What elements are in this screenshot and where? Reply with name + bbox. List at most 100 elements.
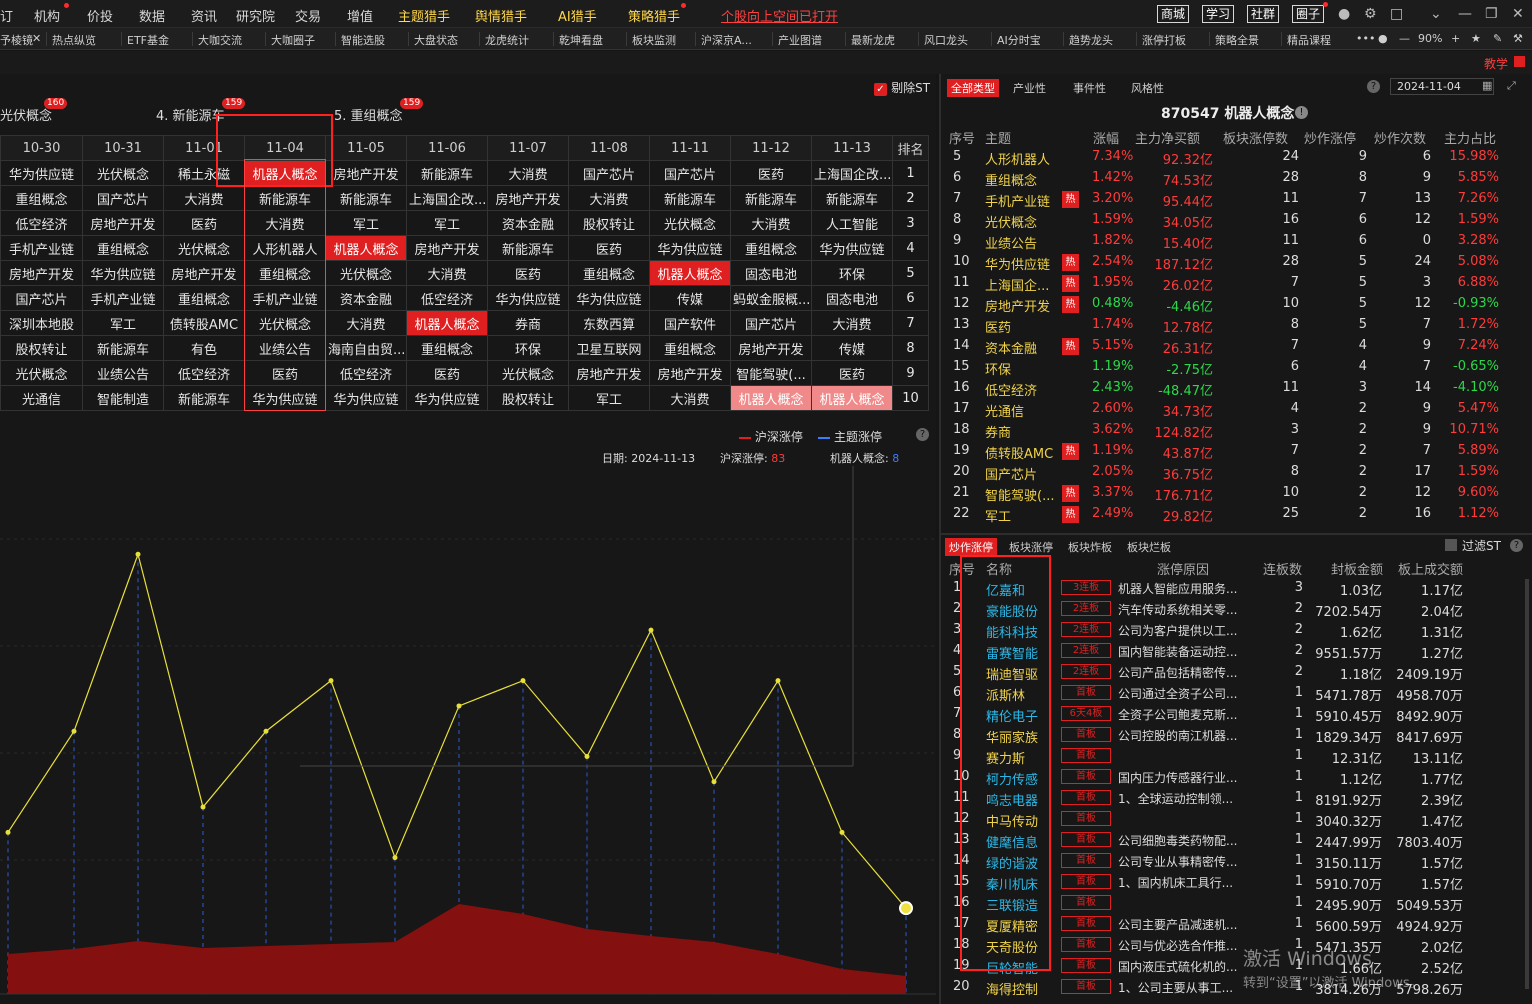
concept-cell[interactable]: 房地产开发 bbox=[0, 260, 83, 286]
info-icon[interactable]: ● bbox=[1378, 32, 1388, 45]
tab-event[interactable]: 事件性 bbox=[1069, 79, 1110, 97]
tab-8[interactable]: 乾坤看盘 bbox=[559, 32, 603, 48]
menu-item-sentiment-hunter[interactable]: 舆情猎手 bbox=[475, 6, 527, 25]
menu-item[interactable]: 增值 bbox=[347, 6, 373, 25]
concept-cell[interactable]: 军工 bbox=[568, 385, 650, 411]
more-icon[interactable]: ••• bbox=[1356, 32, 1375, 45]
concept-cell[interactable]: 房地产开发 bbox=[487, 185, 569, 211]
concept-cell[interactable]: 房地产开发 bbox=[82, 210, 164, 236]
table-row[interactable]: 12 房地产开发 0.48% -4.46亿 10 5 12 -0.93% 热 bbox=[941, 294, 1532, 315]
concept-cell[interactable]: 大消费 bbox=[487, 160, 569, 186]
concept-cell[interactable]: 医药 bbox=[163, 210, 245, 236]
concept-cell[interactable]: 大消费 bbox=[649, 385, 731, 411]
alert-link[interactable]: 个股向上空间已打开 bbox=[721, 6, 838, 25]
concept-cell[interactable]: 军工 bbox=[406, 210, 488, 236]
table-row[interactable]: 11 上海国企... 1.95% 26.02亿 7 5 3 6.88% 热 bbox=[941, 273, 1532, 294]
concept-cell[interactable]: 智能制造 bbox=[82, 385, 164, 411]
tab-18[interactable]: 精品课程 bbox=[1287, 32, 1331, 48]
date-header[interactable]: 10-31 bbox=[82, 135, 164, 161]
concept-cell[interactable]: 国产芯片 bbox=[730, 310, 812, 336]
concept-cell[interactable]: 固态电池 bbox=[730, 260, 812, 286]
concept-cell[interactable]: 光伏概念 bbox=[649, 210, 731, 236]
concept-cell[interactable]: 房地产开发 bbox=[568, 360, 650, 386]
tab-10[interactable]: 沪深京A... bbox=[701, 32, 752, 48]
concept-cell[interactable]: 新能源车 bbox=[730, 185, 812, 211]
checkbox-icon[interactable]: ✓ bbox=[874, 83, 887, 96]
concept-cell[interactable]: 资本金融 bbox=[325, 285, 407, 311]
tab-hype-limitup[interactable]: 炒作涨停 bbox=[945, 538, 997, 556]
tab-7[interactable]: 龙虎统计 bbox=[485, 32, 529, 48]
tab-14[interactable]: AI分时宝 bbox=[997, 32, 1041, 48]
concept-cell[interactable]: 华为供应链 bbox=[568, 285, 650, 311]
tab-5[interactable]: 智能选股 bbox=[341, 32, 385, 48]
concept-cell[interactable]: 重组概念 bbox=[730, 235, 812, 261]
concept-cell[interactable]: 新能源车 bbox=[487, 235, 569, 261]
window-icon[interactable]: □ bbox=[1390, 6, 1403, 22]
concept-cell[interactable]: 卫星互联网 bbox=[568, 335, 650, 361]
menu-item[interactable]: 研究院 bbox=[236, 6, 275, 25]
tab-all-types[interactable]: 全部类型 bbox=[947, 79, 999, 97]
tab-13[interactable]: 风口龙头 bbox=[924, 32, 968, 48]
list-item[interactable]: 20 海得控制 首板 1、公司主要从事工... 1 3814.26万 5798.26万 bbox=[941, 977, 1532, 998]
concept-cell[interactable]: 华为供应链 bbox=[487, 285, 569, 311]
concept-cell[interactable]: 股权转让 bbox=[568, 210, 650, 236]
concept-label[interactable]: 5. 重组概念 bbox=[334, 105, 403, 124]
concept-cell[interactable]: 新能源车 bbox=[649, 185, 731, 211]
learn-button[interactable]: 学习 bbox=[1202, 5, 1235, 23]
scrollbar[interactable] bbox=[1525, 579, 1529, 989]
menu-item[interactable]: 交易 bbox=[295, 6, 321, 25]
date-header[interactable]: 11-12 bbox=[730, 135, 812, 161]
concept-cell[interactable]: 固态电池 bbox=[811, 285, 893, 311]
concept-cell[interactable]: 低空经济 bbox=[0, 210, 83, 236]
concept-cell[interactable]: 业绩公告 bbox=[82, 360, 164, 386]
concept-cell[interactable]: 环保 bbox=[487, 335, 569, 361]
concept-cell[interactable]: 大消费 bbox=[163, 185, 245, 211]
tab-15[interactable]: 趋势龙头 bbox=[1069, 32, 1113, 48]
mall-button[interactable]: 商城 bbox=[1157, 5, 1190, 23]
concept-cell[interactable]: 房地产开发 bbox=[325, 160, 407, 186]
concept-cell[interactable]: 人工智能 bbox=[811, 210, 893, 236]
pen-icon[interactable]: ✎ bbox=[1493, 32, 1502, 45]
tab-sector-bad[interactable]: 板块烂板 bbox=[1123, 538, 1175, 556]
tab-4[interactable]: 大咖圈子 bbox=[271, 32, 315, 48]
tab-9[interactable]: 板块监测 bbox=[632, 32, 676, 48]
concept-cell[interactable]: 手机产业链 bbox=[82, 285, 164, 311]
concept-cell[interactable]: 上海国企改... bbox=[406, 185, 488, 211]
close-icon[interactable]: ✕ bbox=[32, 32, 41, 45]
concept-cell[interactable]: 重组概念 bbox=[0, 185, 83, 211]
concept-cell[interactable]: 华为供应链 bbox=[82, 260, 164, 286]
concept-cell[interactable]: 深圳本地股 bbox=[0, 310, 83, 336]
user-icon[interactable]: ● bbox=[1338, 6, 1350, 22]
tab-sector-limitup[interactable]: 板块涨停 bbox=[1005, 538, 1057, 556]
concept-cell[interactable]: 重组概念 bbox=[406, 335, 488, 361]
table-row[interactable]: 20 国产芯片 2.05% 36.75亿 8 2 17 1.59% bbox=[941, 462, 1532, 483]
tab-16[interactable]: 涨停打板 bbox=[1142, 32, 1186, 48]
menu-item[interactable]: 价投 bbox=[87, 6, 113, 25]
concept-cell[interactable]: 股权转让 bbox=[487, 385, 569, 411]
concept-cell[interactable]: 医药 bbox=[811, 360, 893, 386]
table-row[interactable]: 7 手机产业链 3.20% 95.44亿 11 7 13 7.26% 热 bbox=[941, 189, 1532, 210]
table-row[interactable]: 15 环保 1.19% -2.75亿 6 4 7 -0.65% bbox=[941, 357, 1532, 378]
table-row[interactable]: 22 军工 2.49% 29.82亿 25 2 16 1.12% 热 bbox=[941, 504, 1532, 525]
tab-3[interactable]: 大咖交流 bbox=[198, 32, 242, 48]
concept-cell[interactable]: 上海国企改... bbox=[811, 160, 893, 186]
concept-cell[interactable]: 有色 bbox=[163, 335, 245, 361]
concept-cell[interactable]: 低空经济 bbox=[325, 360, 407, 386]
concept-cell[interactable]: 手机产业链 bbox=[0, 235, 83, 261]
concept-cell[interactable]: 大消费 bbox=[406, 260, 488, 286]
concept-cell[interactable]: 大消费 bbox=[568, 185, 650, 211]
date-header[interactable]: 11-07 bbox=[487, 135, 569, 161]
concept-cell[interactable]: 海南自由贸... bbox=[325, 335, 407, 361]
edit-icon[interactable] bbox=[1514, 56, 1525, 67]
concept-cell[interactable]: 股权转让 bbox=[0, 335, 83, 361]
table-row[interactable]: 18 券商 3.62% 124.82亿 3 2 9 10.71% bbox=[941, 420, 1532, 441]
concept-cell[interactable]: 华为供应链 bbox=[0, 160, 83, 186]
concept-label[interactable]: 光伏概念 bbox=[0, 105, 52, 124]
concept-cell[interactable]: 重组概念 bbox=[568, 260, 650, 286]
concept-cell[interactable]: 国产芯片 bbox=[82, 185, 164, 211]
concept-label[interactable]: 4. 新能源车 bbox=[156, 105, 225, 124]
help-icon[interactable]: ? bbox=[916, 428, 929, 441]
concept-cell[interactable]: 重组概念 bbox=[163, 285, 245, 311]
concept-cell[interactable]: 低空经济 bbox=[406, 285, 488, 311]
wrench-icon[interactable]: ⚒ bbox=[1513, 32, 1523, 45]
